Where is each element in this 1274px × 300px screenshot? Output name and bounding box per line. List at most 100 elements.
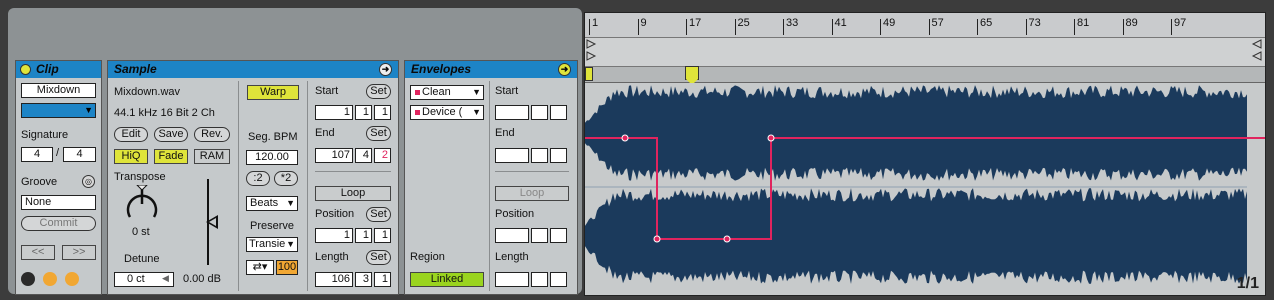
edit-button[interactable]: Edit xyxy=(114,127,148,142)
env-length-beat-field[interactable] xyxy=(531,272,548,287)
arrow-right-icon[interactable]: ➜ xyxy=(558,63,571,76)
ruler-tick-label: 49 xyxy=(883,17,896,29)
control-chooser[interactable]: Device ( ▼ xyxy=(410,105,484,120)
ruler-tick-mark xyxy=(831,19,833,35)
envelope-breakpoint[interactable] xyxy=(621,134,629,142)
envelope-box-toggle-icon[interactable] xyxy=(43,272,57,286)
env-end-beat-field[interactable] xyxy=(531,148,548,163)
linked-toggle[interactable]: Linked xyxy=(410,272,484,287)
chevron-down-icon: ▼ xyxy=(472,107,481,117)
position-beat-field[interactable]: 1 xyxy=(355,228,372,243)
loop-mode-chooser[interactable]: ⇄▾ xyxy=(246,260,274,275)
clip-activator-icon[interactable] xyxy=(20,64,31,75)
env-start-label: Start xyxy=(495,85,519,97)
envelope-breakpoint[interactable] xyxy=(653,235,661,243)
env-position-beat-field[interactable] xyxy=(531,228,548,243)
envelope-breakpoint[interactable] xyxy=(723,235,731,243)
env-position-sixteenth-field[interactable] xyxy=(550,228,567,243)
env-length-bar-field[interactable] xyxy=(495,272,529,287)
loop-position-fields: 1 1 1 xyxy=(315,228,391,243)
ruler-tick-mark xyxy=(880,19,881,35)
length-bar-field[interactable]: 106 xyxy=(315,272,353,287)
divider xyxy=(495,171,569,172)
signature-numerator[interactable]: 4 xyxy=(21,147,53,162)
clip-color-chooser[interactable]: ▼ xyxy=(21,103,96,118)
ruler-tick-label: 33 xyxy=(786,17,799,29)
ram-toggle[interactable]: RAM xyxy=(194,149,230,164)
ruler-tick-label: 97 xyxy=(1174,17,1187,29)
envelope-breakpoint[interactable] xyxy=(767,134,775,142)
end-beat-field[interactable]: 4 xyxy=(355,148,372,163)
seg-bpm-label: Seg. BPM xyxy=(248,131,298,143)
ruler-tick-mark xyxy=(977,19,978,35)
end-set-button[interactable]: Set xyxy=(366,126,391,141)
warp-mode-chooser[interactable]: Beats ▼ xyxy=(246,196,298,211)
env-length-label: Length xyxy=(495,251,529,263)
position-set-button[interactable]: Set xyxy=(366,207,391,222)
waveform-area[interactable] xyxy=(585,83,1265,295)
commit-button[interactable]: Commit xyxy=(21,216,96,231)
beat-time-ruler[interactable]: 1 9 17 25 33 41 49 57 65 73 81 89 97 xyxy=(585,13,1265,38)
ruler-tick-mark xyxy=(1122,19,1124,35)
divider xyxy=(307,81,308,291)
preserve-value: Transie xyxy=(249,238,286,250)
ruler-tick-label: 25 xyxy=(737,17,750,29)
start-beat-field[interactable]: 1 xyxy=(355,105,372,120)
clip-name-field[interactable]: Mixdown xyxy=(21,83,96,98)
env-start-beat-field[interactable] xyxy=(531,105,548,120)
ruler-tick-label: 41 xyxy=(834,17,847,29)
device-chooser[interactable]: Clean ▼ xyxy=(410,85,484,100)
env-loop-toggle[interactable]: Loop xyxy=(495,186,569,201)
preserve-chooser[interactable]: Transie ▼ xyxy=(246,237,298,252)
hiq-toggle[interactable]: HiQ xyxy=(114,149,148,164)
env-length-sixteenth-field[interactable] xyxy=(550,272,567,287)
device-chooser-value: Clean xyxy=(422,86,451,98)
reverse-button[interactable]: Rev. xyxy=(194,127,230,142)
loop-brace-strip[interactable] xyxy=(585,38,1265,67)
warp-toggle[interactable]: Warp xyxy=(247,85,299,100)
envelopes-panel-header: Envelopes ➜ xyxy=(405,61,577,78)
groove-chooser[interactable]: None xyxy=(21,195,96,210)
position-sixteenth-field[interactable]: 1 xyxy=(374,228,391,243)
ruler-tick-label: 57 xyxy=(931,17,944,29)
chevron-down-icon: ▼ xyxy=(286,198,295,208)
sample-display[interactable]: 1 9 17 25 33 41 49 57 65 73 81 89 97 1/1 xyxy=(584,12,1266,296)
seg-bpm-field[interactable]: 120.00 xyxy=(246,150,298,165)
end-sixteenth-field[interactable]: 2 xyxy=(374,148,391,163)
loop-toggle[interactable]: Loop xyxy=(315,186,391,201)
length-set-button[interactable]: Set xyxy=(366,250,391,265)
groove-hot-swap-icon[interactable]: ◎ xyxy=(82,175,95,188)
env-position-bar-field[interactable] xyxy=(495,228,529,243)
start-marker-icon[interactable] xyxy=(585,67,593,81)
nudge-right-button[interactable]: >> xyxy=(62,245,96,260)
length-sixteenth-field[interactable]: 1 xyxy=(374,272,391,287)
transpose-knob[interactable] xyxy=(124,185,160,225)
save-button[interactable]: Save xyxy=(154,127,188,142)
envelope-amount-field[interactable]: 100 xyxy=(276,260,298,275)
env-end-sixteenth-field[interactable] xyxy=(550,148,567,163)
length-beat-field[interactable]: 3 xyxy=(355,272,372,287)
env-position-fields xyxy=(495,228,567,243)
end-position-fields: 107 4 2 xyxy=(315,148,391,163)
sample-box-toggle-icon[interactable] xyxy=(65,272,79,286)
warp-marker-icon[interactable] xyxy=(685,66,699,80)
waveform-channel xyxy=(585,188,1247,284)
position-bar-field[interactable]: 1 xyxy=(315,228,353,243)
double-tempo-button[interactable]: *2 xyxy=(274,171,298,186)
start-set-button[interactable]: Set xyxy=(366,84,391,99)
divider xyxy=(489,81,490,291)
arrow-right-icon[interactable]: ➜ xyxy=(379,63,392,76)
control-chooser-value: Device ( xyxy=(422,106,463,118)
sample-panel: Sample ➜ Mixdown.wav 44.1 kHz 16 Bit 2 C… xyxy=(107,60,399,295)
nudge-left-button[interactable]: << xyxy=(21,245,55,260)
env-start-bar-field[interactable] xyxy=(495,105,529,120)
start-bar-field[interactable]: 1 xyxy=(315,105,353,120)
start-sixteenth-field[interactable]: 1 xyxy=(374,105,391,120)
end-bar-field[interactable]: 107 xyxy=(315,148,353,163)
fade-toggle[interactable]: Fade xyxy=(154,149,188,164)
env-end-bar-field[interactable] xyxy=(495,148,529,163)
signature-denominator[interactable]: 4 xyxy=(63,147,96,162)
half-tempo-button[interactable]: :2 xyxy=(246,171,270,186)
launch-box-toggle-icon[interactable] xyxy=(21,272,35,286)
env-start-sixteenth-field[interactable] xyxy=(550,105,567,120)
